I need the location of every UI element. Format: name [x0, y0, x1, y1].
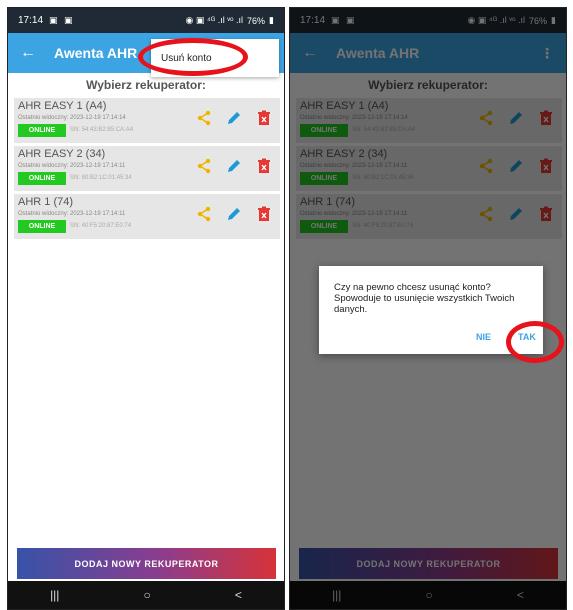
signal-icons: ◉ ▣ ⁴ᴳ .ıl ᵛᵒ .ıl [185, 15, 244, 25]
dialog-yes-button[interactable]: TAK [518, 332, 536, 342]
dialog-no-button[interactable]: NIE [476, 332, 491, 342]
app-title: Awenta AHR [54, 45, 138, 61]
device-last-seen: Ostatnio widoczny: 2023-12-19 17:14:11 [18, 163, 126, 169]
device-name: AHR EASY 2 (34) [18, 148, 106, 160]
device-item-3[interactable]: AHR 1 (74) Ostatnio widoczny: 2023-12-19… [14, 194, 280, 239]
edit-icon[interactable] [226, 110, 242, 126]
screen-confirm-dialog: 17:14 ▣ ▣ ◉ ▣ ⁴ᴳ .ıl ᵛᵒ .ıl 76% ▮ ← Awen… [289, 7, 567, 610]
status-badge: ONLINE [18, 172, 66, 185]
back-arrow-icon[interactable]: ← [20, 44, 42, 62]
system-nav-bar: ||| ○ < [8, 581, 284, 609]
device-serial: SN: 80:B2:1C:01:45:34 [70, 175, 132, 181]
home-icon[interactable]: ○ [144, 588, 151, 602]
device-serial: SN: 40:F5:20:87:E0:74 [70, 223, 132, 229]
confirm-delete-dialog: Czy na pewno chcesz usunąć konto? Spowod… [319, 266, 543, 354]
device-last-seen: Ostatnio widoczny: 2023-12-19 17:14:11 [18, 211, 126, 217]
device-item-1[interactable]: AHR EASY 1 (A4) Ostatnio widoczny: 2023-… [14, 98, 280, 143]
nav-back-icon[interactable]: < [235, 588, 242, 602]
list-title: Wybierz rekuperator: [86, 78, 206, 92]
edit-icon[interactable] [226, 158, 242, 174]
menu-item-delete-account[interactable]: Usuń konto [161, 53, 212, 64]
overflow-menu: Usuń konto [151, 39, 279, 77]
share-icon[interactable] [196, 158, 212, 174]
screen-main: 17:14 ▣ ▣ ◉ ▣ ⁴ᴳ .ıl ᵛᵒ .ıl 76% ▮ ← Awen… [7, 7, 285, 610]
dialog-message: Czy na pewno chcesz usunąć konto? Spowod… [334, 282, 515, 315]
device-name: AHR EASY 1 (A4) [18, 100, 107, 112]
add-recuperator-button[interactable]: DODAJ NOWY REKUPERATOR [17, 548, 276, 579]
share-icon[interactable] [196, 110, 212, 126]
delete-icon[interactable] [256, 158, 272, 174]
device-serial: SN: 54:43:B2:85:CA:A4 [70, 127, 134, 133]
status-bar: 17:14 ▣ ▣ ◉ ▣ ⁴ᴳ .ıl ᵛᵒ .ıl 76% ▮ [8, 8, 284, 33]
delete-icon[interactable] [256, 110, 272, 126]
battery-level: 76% [247, 15, 266, 26]
share-icon[interactable] [196, 206, 212, 222]
status-badge: ONLINE [18, 124, 66, 137]
device-item-2[interactable]: AHR EASY 2 (34) Ostatnio widoczny: 2023-… [14, 146, 280, 191]
device-list: AHR EASY 1 (A4) Ostatnio widoczny: 2023-… [14, 98, 280, 242]
device-last-seen: Ostatnio widoczny: 2023-12-19 17:14:14 [18, 115, 126, 121]
recent-apps-icon[interactable]: ||| [50, 588, 59, 602]
battery-icon: ▮ [269, 15, 274, 25]
device-name: AHR 1 (74) [18, 196, 74, 208]
delete-icon[interactable] [256, 206, 272, 222]
edit-icon[interactable] [226, 206, 242, 222]
status-badge: ONLINE [18, 220, 66, 233]
status-time: 17:14 [18, 15, 44, 26]
notification-icons: ▣ ▣ [49, 15, 75, 25]
status-right: ◉ ▣ ⁴ᴳ .ıl ᵛᵒ .ıl 76% ▮ [186, 15, 274, 26]
